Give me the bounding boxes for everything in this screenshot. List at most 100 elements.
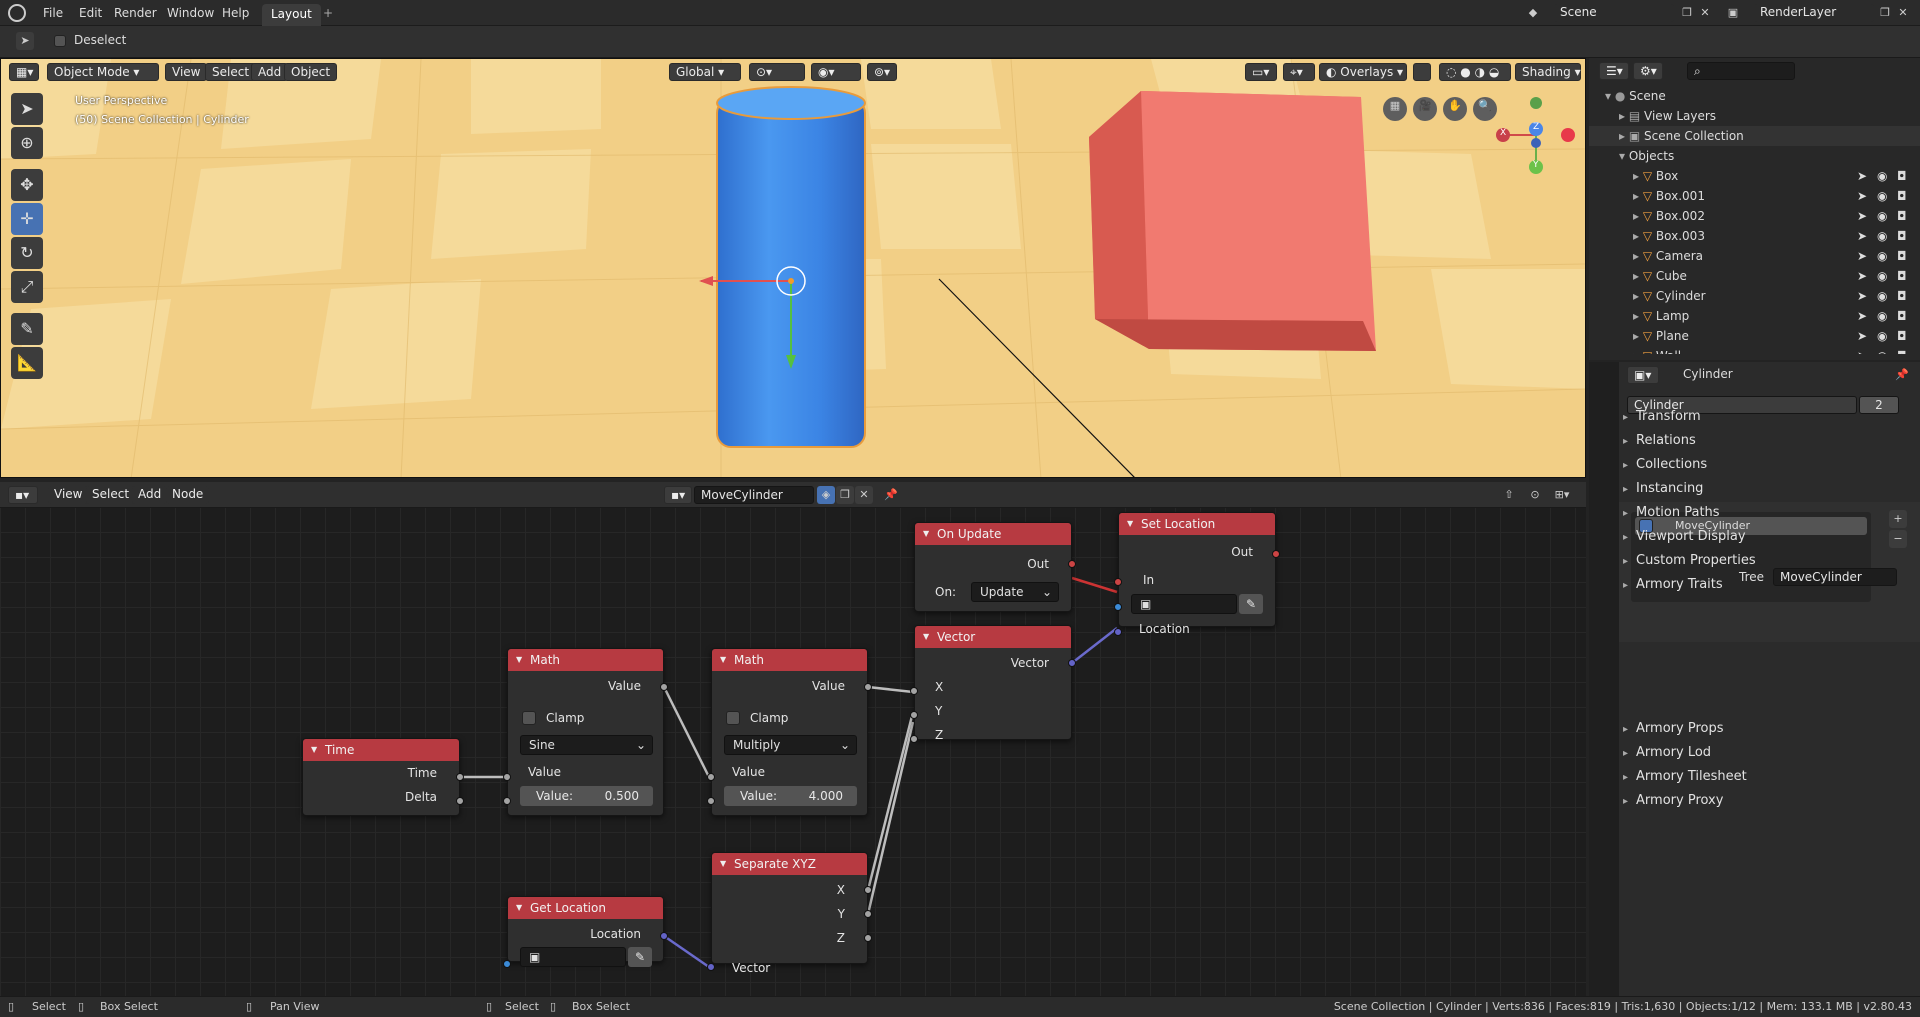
- camera-render-icon[interactable]: ◘: [1897, 206, 1907, 226]
- node-menu-add[interactable]: Add: [132, 486, 168, 504]
- time-node-header[interactable]: Time: [303, 739, 459, 761]
- set-location-out-socket[interactable]: [1272, 550, 1280, 558]
- camera-render-icon[interactable]: ◘: [1897, 286, 1907, 306]
- math-multiply-header[interactable]: Math: [712, 649, 867, 671]
- set-location-location-socket[interactable]: [1114, 628, 1122, 636]
- outliner-object-row[interactable]: ▸ ▽ Cube ➤ ◉ ◘: [1589, 266, 1920, 286]
- selectable-icon[interactable]: ➤: [1857, 226, 1867, 246]
- outliner-search-field[interactable]: ⌕: [1687, 62, 1795, 80]
- measure-tool-icon[interactable]: 📐: [11, 347, 43, 379]
- viewport-menu-select[interactable]: Select: [205, 63, 257, 81]
- outliner-object-row[interactable]: ▸ ▽ Lamp ➤ ◉ ◘: [1589, 306, 1920, 326]
- get-location-object-socket[interactable]: [503, 960, 511, 968]
- properties-panel-header[interactable]: Transform: [1623, 406, 1701, 428]
- scale-tool-icon[interactable]: ⤢: [11, 271, 43, 303]
- node-tree-name-field[interactable]: MoveCylinder: [694, 486, 814, 504]
- node-editor[interactable]: Time Time Delta Math Value Clamp Sine⌄ V…: [0, 482, 1586, 996]
- on-update-header[interactable]: On Update: [915, 523, 1071, 545]
- pivot-dropdown[interactable]: ⊚▾: [867, 63, 897, 81]
- vector-z-socket[interactable]: [910, 735, 918, 743]
- properties-panel-header[interactable]: Armory Traits: [1623, 574, 1723, 596]
- camera-render-icon[interactable]: ◘: [1897, 346, 1907, 354]
- properties-pin-icon[interactable]: 📌: [1893, 366, 1911, 384]
- menu-edit[interactable]: Edit: [74, 4, 107, 22]
- perspective-toggle-icon[interactable]: ▦: [1383, 97, 1407, 121]
- parent-tree-icon[interactable]: ⇧: [1500, 486, 1518, 504]
- get-location-out-socket[interactable]: [660, 932, 668, 940]
- separate-y-socket[interactable]: [864, 910, 872, 918]
- add-workspace-button[interactable]: +: [318, 4, 338, 22]
- vector-header[interactable]: Vector: [915, 626, 1071, 648]
- math-multiply-clamp-checkbox[interactable]: [726, 711, 740, 725]
- math-multiply-node[interactable]: Math Value Clamp Multiply⌄ Value Value: 4…: [711, 648, 868, 816]
- outliner-object-row[interactable]: ▸ ▽ Plane ➤ ◉ ◘: [1589, 326, 1920, 346]
- outliner-object-row[interactable]: ▸ ▽ Camera ➤ ◉ ◘: [1589, 246, 1920, 266]
- on-update-node[interactable]: On Update Out On: Update⌄: [914, 522, 1072, 612]
- scene-icon[interactable]: ◆: [1524, 4, 1542, 22]
- math-multiply-in2-socket[interactable]: [707, 797, 715, 805]
- outliner-view-layers-row[interactable]: ▸ ▤ View Layers: [1589, 106, 1920, 126]
- get-location-header[interactable]: Get Location: [508, 897, 663, 919]
- fake-user-icon[interactable]: ◈: [817, 486, 835, 504]
- viewport-menu-object[interactable]: Object: [284, 63, 338, 81]
- copy-layer-icon[interactable]: ❐: [1876, 4, 1894, 22]
- separate-z-socket[interactable]: [864, 934, 872, 942]
- vector-node[interactable]: Vector Vector X Y Z: [914, 625, 1072, 742]
- xray-toggle[interactable]: [1413, 63, 1431, 81]
- eye-icon[interactable]: ◉: [1877, 226, 1887, 246]
- set-location-object-socket[interactable]: [1114, 603, 1122, 611]
- proportional-edit-toggle[interactable]: ◉▾: [811, 63, 861, 81]
- remove-scene-icon[interactable]: ✕: [1696, 4, 1714, 22]
- select-tool-icon[interactable]: ➤: [16, 32, 34, 50]
- properties-panel-header[interactable]: Viewport Display: [1623, 526, 1746, 548]
- properties-panel-header[interactable]: Relations: [1623, 430, 1696, 452]
- math-sine-in1-socket[interactable]: [503, 773, 511, 781]
- time-socket[interactable]: [456, 773, 464, 781]
- set-location-header[interactable]: Set Location: [1119, 513, 1275, 535]
- math-sine-node[interactable]: Math Value Clamp Sine⌄ Value Value: 0.500: [507, 648, 664, 816]
- camera-view-icon[interactable]: 🎥: [1413, 97, 1437, 121]
- node-editor-type-dropdown[interactable]: ▪▾: [8, 486, 38, 504]
- math-multiply-value-field[interactable]: Value: 4.000: [724, 786, 857, 806]
- render-layer-icon[interactable]: ▣: [1724, 4, 1742, 22]
- eye-icon[interactable]: ◉: [1877, 306, 1887, 326]
- eye-icon[interactable]: ◉: [1877, 346, 1887, 354]
- math-sine-header[interactable]: Math: [508, 649, 663, 671]
- cursor-tool-icon[interactable]: ⊕: [11, 127, 43, 159]
- gizmo-dropdown[interactable]: ⌖▾: [1283, 63, 1315, 81]
- outliner-object-row[interactable]: ▸ ▽ Box.001 ➤ ◉ ◘: [1589, 186, 1920, 206]
- selectable-icon[interactable]: ➤: [1857, 266, 1867, 286]
- get-location-eyedropper-icon[interactable]: ✎: [628, 947, 652, 967]
- node-tree-browse-dropdown[interactable]: ▪▾: [664, 486, 692, 504]
- math-sine-value-field[interactable]: Value: 0.500: [520, 786, 653, 806]
- node-menu-select[interactable]: Select: [86, 486, 136, 504]
- math-multiply-out-socket[interactable]: [864, 683, 872, 691]
- selectable-icon[interactable]: ➤: [1857, 346, 1867, 354]
- snap-toggle[interactable]: ⊙▾: [749, 63, 805, 81]
- properties-panel-header[interactable]: Armory Proxy: [1623, 790, 1723, 812]
- outliner-object-row[interactable]: ▸ ▽ Box ➤ ◉ ◘: [1589, 166, 1920, 186]
- outliner-objects-row[interactable]: ▾ Objects: [1589, 146, 1920, 166]
- menu-file[interactable]: File: [38, 4, 68, 22]
- separate-xyz-header[interactable]: Separate XYZ: [712, 853, 867, 875]
- math-multiply-operation-dropdown[interactable]: Multiply ⌄: [724, 735, 857, 755]
- annotate-tool-icon[interactable]: ✎: [11, 313, 43, 345]
- outliner-scene-collection-row[interactable]: ▸ ▣ Scene Collection: [1589, 126, 1920, 146]
- camera-render-icon[interactable]: ◘: [1897, 266, 1907, 286]
- outliner-type-dropdown[interactable]: ☰▾: [1599, 62, 1629, 80]
- scene-field[interactable]: Scene: [1554, 4, 1674, 22]
- node-snap-dropdown[interactable]: ⊞▾: [1548, 486, 1576, 504]
- node-menu-node[interactable]: Node: [166, 486, 210, 504]
- outliner-scene-row[interactable]: ▾ ● Scene: [1589, 86, 1920, 106]
- camera-render-icon[interactable]: ◘: [1897, 166, 1907, 186]
- tab-layout[interactable]: Layout: [262, 4, 321, 26]
- select-box-tool-icon[interactable]: ➤: [11, 93, 43, 125]
- unlink-tree-icon[interactable]: ✕: [855, 486, 873, 504]
- remove-layer-icon[interactable]: ✕: [1894, 4, 1912, 22]
- properties-panel-header[interactable]: Armory Props: [1623, 718, 1723, 740]
- delta-socket[interactable]: [456, 797, 464, 805]
- properties-panel-header[interactable]: Armory Lod: [1623, 742, 1711, 764]
- node-menu-view[interactable]: View: [48, 486, 89, 504]
- editor-type-dropdown[interactable]: ▦▾: [9, 63, 39, 81]
- set-location-in-socket[interactable]: [1114, 578, 1122, 586]
